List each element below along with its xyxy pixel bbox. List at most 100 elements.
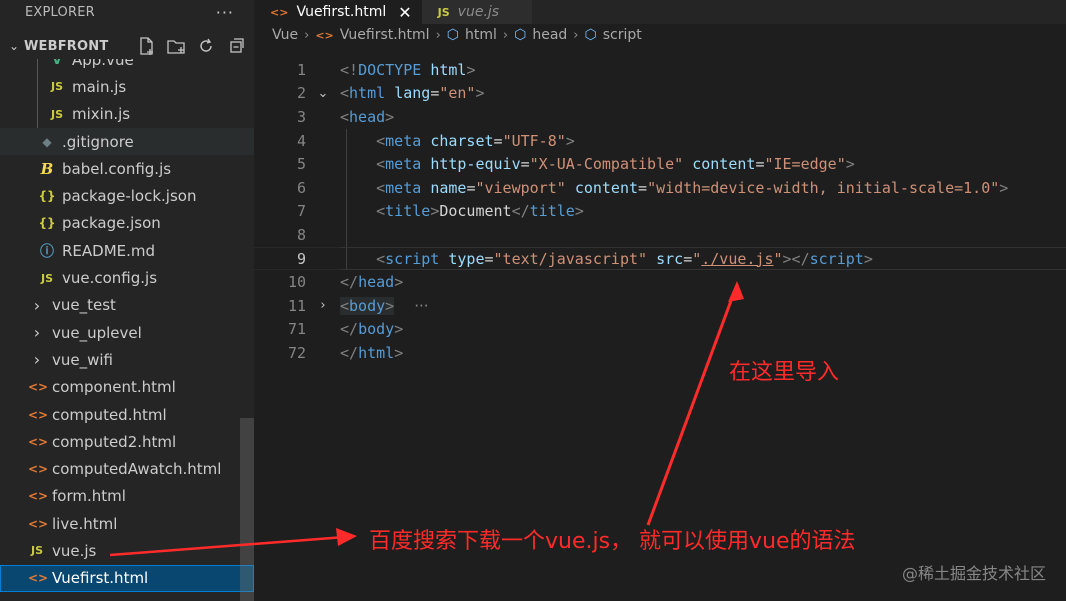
close-icon[interactable]: ✕ xyxy=(398,3,411,22)
sidebar-scrollbar[interactable] xyxy=(240,418,254,601)
code-token: < xyxy=(376,178,386,197)
tree-item[interactable]: <> computed2.html xyxy=(0,428,254,455)
tree-item[interactable]: Bbabel.config.js xyxy=(0,155,254,182)
indent-guide xyxy=(346,247,347,270)
git-file-icon: ◆ xyxy=(42,134,52,149)
new-folder-icon[interactable] xyxy=(166,36,186,56)
new-file-icon[interactable] xyxy=(136,36,156,56)
tree-item[interactable]: › vue_uplevel xyxy=(0,319,254,346)
code-line[interactable]: 6 <meta name="viewport" content="width=d… xyxy=(254,175,1066,200)
babel-file-icon: B xyxy=(40,159,54,178)
html-file-icon: <> xyxy=(28,516,49,531)
code-line[interactable]: 10 </head> xyxy=(254,270,1066,294)
workspace-section-header[interactable]: ⌄ WEBFRONT xyxy=(0,33,254,59)
indent-guide xyxy=(346,175,347,200)
code-line[interactable]: 7 <title>Document</title> xyxy=(254,199,1066,224)
code-token: = xyxy=(430,84,440,103)
tree-item[interactable]: › vue_test xyxy=(0,292,254,319)
annotation-import-here: 在这里导入 xyxy=(729,360,840,385)
code-token: = xyxy=(683,249,693,268)
tree-item-label: main.js xyxy=(72,77,127,96)
code-line[interactable]: 1 <!DOCTYPE html> xyxy=(254,58,1066,82)
tree-item[interactable]: JS main.js xyxy=(0,73,254,101)
code-token: > xyxy=(394,320,404,339)
code-token: > xyxy=(466,60,476,79)
tab-vue-js[interactable]: JS vue.js xyxy=(421,0,532,24)
code-token: " xyxy=(773,249,783,268)
tree-item[interactable]: <> Vuefirst.html xyxy=(0,564,254,592)
code-token: script xyxy=(385,249,440,268)
indent-guide xyxy=(37,73,38,101)
code-line[interactable]: 9 <script type="text/javascript" src="./… xyxy=(254,246,1066,271)
line-number: 2 xyxy=(296,84,306,103)
tree-item-label: vue_test xyxy=(52,296,116,315)
tree-item[interactable]: › vue_wifi xyxy=(0,346,254,373)
chevron-down-icon[interactable]: ⌄ xyxy=(4,39,24,53)
tree-item-label: README.md xyxy=(62,241,156,260)
tab-label: Vuefirst.html xyxy=(296,4,387,20)
collapse-all-icon[interactable] xyxy=(226,36,246,56)
html-file-icon: <> xyxy=(270,5,289,19)
code-line[interactable]: 71 </body> xyxy=(254,318,1066,342)
breadcrumb-script[interactable]: script xyxy=(603,27,642,43)
code-token: > xyxy=(565,131,575,150)
tree-item[interactable]: JS vue.js xyxy=(0,537,254,564)
chevron-right-icon: › xyxy=(33,295,41,315)
tree-item[interactable]: <> component.html xyxy=(0,374,254,401)
code-token: = xyxy=(484,249,494,268)
code-token: > xyxy=(574,202,584,221)
line-number: 1 xyxy=(296,60,306,79)
breadcrumb: Vue › <> Vuefirst.html › ⬡ html › ⬡ head… xyxy=(254,24,1066,46)
code-token: meta xyxy=(385,131,422,150)
tree-item[interactable]: ⓘ README.md xyxy=(0,237,254,264)
code-editor[interactable]: 1 <!DOCTYPE html> 2 ⌄ <html lang="en"> 3 <head… xyxy=(254,58,1066,365)
breadcrumb-html[interactable]: html xyxy=(465,27,497,43)
tree-item-label: package.json xyxy=(62,214,161,233)
tree-item[interactable]: ◆ .gitignore xyxy=(0,127,254,156)
tree-item[interactable]: {} package.json xyxy=(0,210,254,237)
element-cube-icon: ⬡ xyxy=(584,27,597,43)
html-file-icon: <> xyxy=(28,489,49,504)
code-token: Document xyxy=(439,202,512,221)
code-token: "X-UA-Compatible" xyxy=(529,155,684,174)
line-number: 71 xyxy=(287,320,306,339)
html-file-icon: <> xyxy=(28,571,49,586)
chevron-right-icon: › xyxy=(502,27,509,43)
tree-item[interactable]: JS mixin.js xyxy=(0,100,254,128)
html-file-icon: <> xyxy=(28,462,49,477)
code-token: < xyxy=(376,131,386,150)
breadcrumb-head[interactable]: head xyxy=(532,27,567,43)
tree-item-label: mixin.js xyxy=(72,105,131,124)
breadcrumb-file[interactable]: Vuefirst.html xyxy=(340,27,430,43)
tab-vuefirst-html[interactable]: <> Vuefirst.html ✕ xyxy=(254,0,422,24)
code-token: > xyxy=(845,155,855,174)
code-line[interactable]: 8 xyxy=(254,223,1066,247)
tree-item[interactable]: <> computedAwatch.html xyxy=(0,455,254,482)
breadcrumb-folder[interactable]: Vue xyxy=(272,27,298,43)
tree-item[interactable]: JS vue.config.js xyxy=(0,264,254,291)
code-token: > xyxy=(475,84,485,103)
tree-item[interactable]: <> form.html xyxy=(0,483,254,510)
more-actions-icon[interactable]: ··· xyxy=(216,3,234,22)
code-line[interactable]: 5 <meta http-equiv="X-UA-Compatible" con… xyxy=(254,152,1066,176)
code-text: </html> xyxy=(340,344,403,362)
code-token: = xyxy=(638,178,648,197)
tree-item-label: computed.html xyxy=(52,405,167,424)
tree-item[interactable]: <> computed.html xyxy=(0,401,254,428)
code-line[interactable]: 3 <head> xyxy=(254,105,1066,129)
code-line[interactable]: 11 › <body> ··· xyxy=(254,294,1066,318)
tree-item[interactable]: <> live.html xyxy=(0,510,254,537)
line-number: 5 xyxy=(296,155,306,174)
code-token: http-equiv xyxy=(430,155,521,174)
tree-item[interactable]: {} package-lock.json xyxy=(0,182,254,209)
code-line[interactable]: 2 ⌄ <html lang="en"> xyxy=(254,82,1066,106)
fold-collapsed-icon[interactable]: › xyxy=(306,298,340,313)
refresh-icon[interactable] xyxy=(196,36,216,56)
code-line[interactable]: 4 <meta charset="UTF-8"> xyxy=(254,128,1066,153)
code-line[interactable]: 72 </html> xyxy=(254,341,1066,365)
code-token: < xyxy=(340,107,350,126)
fold-expanded-icon[interactable]: ⌄ xyxy=(306,86,340,101)
code-token: = xyxy=(520,155,530,174)
js-file-icon: JS xyxy=(50,107,63,121)
